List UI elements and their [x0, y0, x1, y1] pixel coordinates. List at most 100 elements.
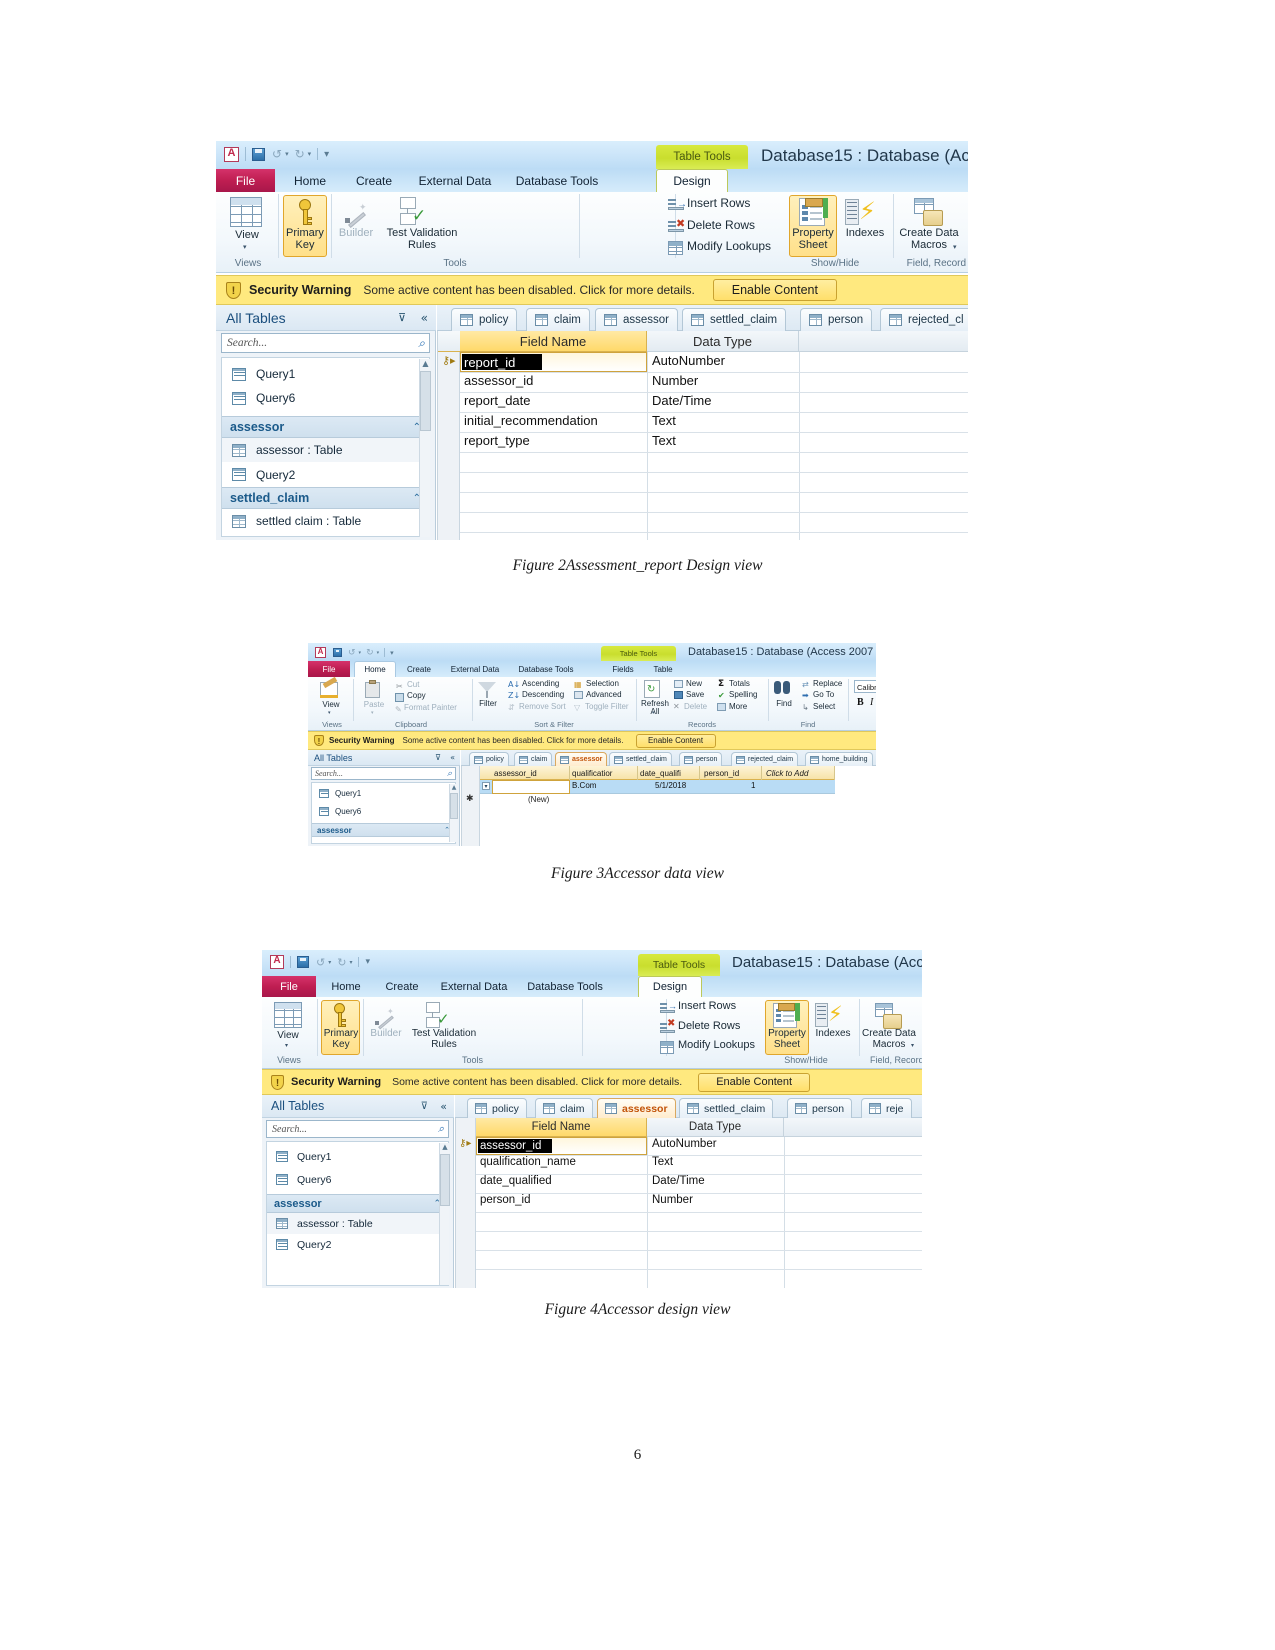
nav-pane-collapse-icon[interactable]: «: [440, 1100, 447, 1113]
tab-create[interactable]: Create: [376, 976, 428, 997]
indexes-label[interactable]: Indexes: [810, 1028, 856, 1040]
customize-qat-icon[interactable]: ▾: [365, 957, 370, 967]
more-label[interactable]: More: [729, 702, 759, 711]
spelling-label[interactable]: Spelling: [729, 690, 767, 699]
datasheet-col-click-to-add[interactable]: Click to Add: [762, 766, 835, 780]
nav-item-query2[interactable]: Query2: [267, 1234, 448, 1255]
grid-cell-field-name[interactable]: report_type: [464, 433, 530, 448]
grid-cell-field-name[interactable]: assessor_id: [464, 373, 533, 388]
datasheet-cell-qualification[interactable]: B.Com: [572, 781, 596, 790]
nav-pane-header[interactable]: All Tables ⊽ «: [308, 750, 460, 766]
datasheet-cell-date-qualified[interactable]: 5/1/2018: [655, 781, 686, 790]
search-icon[interactable]: ⌕: [447, 769, 452, 779]
paste-label[interactable]: Paste: [360, 700, 388, 709]
modify-lookups-label[interactable]: Modify Lookups: [687, 240, 787, 253]
nav-pane-collapse-icon[interactable]: «: [421, 311, 428, 325]
doc-tab-person[interactable]: person: [679, 752, 723, 766]
create-data-macros-dropdown-icon[interactable]: ▾: [911, 1042, 914, 1049]
nav-scrollbar[interactable]: ▲: [439, 1143, 450, 1285]
nav-pane-dropdown-icon[interactable]: ⊽: [421, 1101, 428, 1112]
grid-cell-data-type[interactable]: AutoNumber: [652, 1138, 717, 1150]
enable-content-button[interactable]: Enable Content: [698, 1072, 811, 1092]
find-label[interactable]: Find: [770, 699, 798, 708]
modify-lookups-label[interactable]: Modify Lookups: [678, 1039, 772, 1052]
grid-cell-field-name[interactable]: report_date: [464, 393, 531, 408]
scroll-up-arrow-icon[interactable]: ▲: [450, 784, 458, 791]
access-app-icon[interactable]: A: [315, 647, 326, 658]
ascending-label[interactable]: Ascending: [522, 679, 572, 688]
save-icon[interactable]: [252, 147, 265, 161]
grid-cell-field-name-selected[interactable]: report_id: [462, 354, 542, 370]
totals-label[interactable]: Totals: [729, 679, 763, 688]
font-name-box[interactable]: Calibri (Detail): [854, 680, 876, 693]
nav-pane-header[interactable]: All Tables ⊽ «: [262, 1095, 454, 1118]
tab-home[interactable]: Home: [281, 169, 339, 192]
nav-group-assessor[interactable]: assessor ⌃: [312, 823, 455, 837]
undo-icon[interactable]: ↺: [348, 648, 356, 658]
redo-icon[interactable]: ↻: [295, 147, 305, 161]
copy-label[interactable]: Copy: [407, 691, 447, 700]
enable-content-button[interactable]: Enable Content: [712, 279, 837, 301]
grid-cell-data-type[interactable]: AutoNumber: [652, 353, 725, 368]
nav-group-assessor[interactable]: assessor ⌃: [267, 1194, 448, 1213]
doc-tab-claim[interactable]: claim: [514, 752, 553, 766]
grid-cell-data-type[interactable]: Date/Time: [652, 1175, 705, 1187]
nav-pane-header[interactable]: All Tables ⊽ «: [216, 305, 436, 331]
primary-key-label[interactable]: Primary Key: [322, 1028, 360, 1050]
nav-search-box[interactable]: Search... ⌕: [311, 767, 456, 780]
nav-scrollbar[interactable]: ▲: [449, 784, 458, 842]
nav-item-query6[interactable]: Query6: [312, 803, 455, 819]
insert-rows-label[interactable]: Insert Rows: [678, 1000, 758, 1013]
refresh-all-label[interactable]: Refresh All: [638, 699, 672, 717]
tab-external-data[interactable]: External Data: [409, 169, 501, 192]
scroll-up-arrow-icon[interactable]: ▲: [420, 359, 431, 368]
header-field-name[interactable]: Field Name: [460, 331, 647, 352]
property-sheet-label[interactable]: Property Sheet: [788, 227, 838, 251]
view-dropdown-icon[interactable]: ▾: [328, 710, 331, 716]
delete-rows-label[interactable]: Delete Rows: [687, 219, 771, 232]
tab-create[interactable]: Create: [398, 661, 440, 677]
tab-design[interactable]: Design: [638, 976, 702, 997]
quick-access-toolbar[interactable]: A ↺ ▾ ↻ ▾ ▾: [311, 646, 394, 659]
undo-dropdown-icon[interactable]: ▾: [285, 150, 289, 158]
customize-qat-icon[interactable]: ▾: [390, 649, 394, 657]
doc-tab-person[interactable]: person: [787, 1098, 853, 1118]
quick-access-toolbar[interactable]: A ↺ ▾ ↻ ▾ ▾: [266, 954, 370, 970]
access-app-icon[interactable]: A: [224, 146, 239, 162]
tab-database-tools[interactable]: Database Tools: [520, 976, 610, 997]
view-dropdown-icon[interactable]: ▾: [285, 1042, 288, 1049]
save-icon[interactable]: [297, 956, 309, 968]
primary-key-label[interactable]: Primary Key: [284, 227, 326, 251]
refresh-dropdown-icon[interactable]: ▾: [652, 710, 655, 716]
paste-dropdown-icon[interactable]: ▾: [371, 710, 374, 716]
datasheet-col-qualification[interactable]: qualificatior: [570, 766, 638, 780]
tab-external-data[interactable]: External Data: [432, 976, 516, 997]
delete-rows-label[interactable]: Delete Rows: [678, 1020, 758, 1033]
scrollbar-thumb[interactable]: [440, 1154, 450, 1206]
nav-item-query1[interactable]: Query1: [312, 785, 455, 801]
doc-tab-rejected[interactable]: reje: [861, 1098, 912, 1118]
view-button-label[interactable]: View: [224, 229, 270, 242]
scroll-up-arrow-icon[interactable]: ▲: [440, 1143, 450, 1151]
grid-cell-data-type[interactable]: Text: [652, 433, 676, 448]
doc-tab-policy[interactable]: policy: [469, 752, 509, 766]
redo-icon[interactable]: ↻: [366, 648, 374, 658]
redo-dropdown-icon[interactable]: ▾: [377, 650, 380, 656]
grid-cell-data-type[interactable]: Number: [652, 1194, 693, 1206]
header-field-name[interactable]: Field Name: [476, 1118, 647, 1137]
tab-home[interactable]: Home: [354, 661, 396, 677]
grid-cell-data-type[interactable]: Number: [652, 373, 698, 388]
redo-dropdown-icon[interactable]: ▾: [349, 959, 352, 966]
view-button-label[interactable]: View: [314, 700, 348, 709]
nav-pane-dropdown-icon[interactable]: ⊽: [435, 753, 441, 762]
tab-design[interactable]: Design: [656, 169, 728, 192]
doc-tab-rejected-claim[interactable]: rejected_cl: [880, 308, 968, 331]
doc-tab-claim[interactable]: claim: [526, 308, 590, 331]
replace-label[interactable]: Replace: [813, 679, 851, 688]
nav-item-query2[interactable]: Query2: [222, 462, 429, 487]
nav-pane-dropdown-icon[interactable]: ⊽: [398, 311, 406, 324]
create-data-macros-dropdown-icon[interactable]: ▾: [953, 243, 957, 251]
view-dropdown-icon[interactable]: ▾: [243, 243, 247, 251]
doc-tab-home-building[interactable]: home_building: [805, 752, 873, 766]
doc-tab-assessor[interactable]: assessor: [595, 308, 679, 331]
